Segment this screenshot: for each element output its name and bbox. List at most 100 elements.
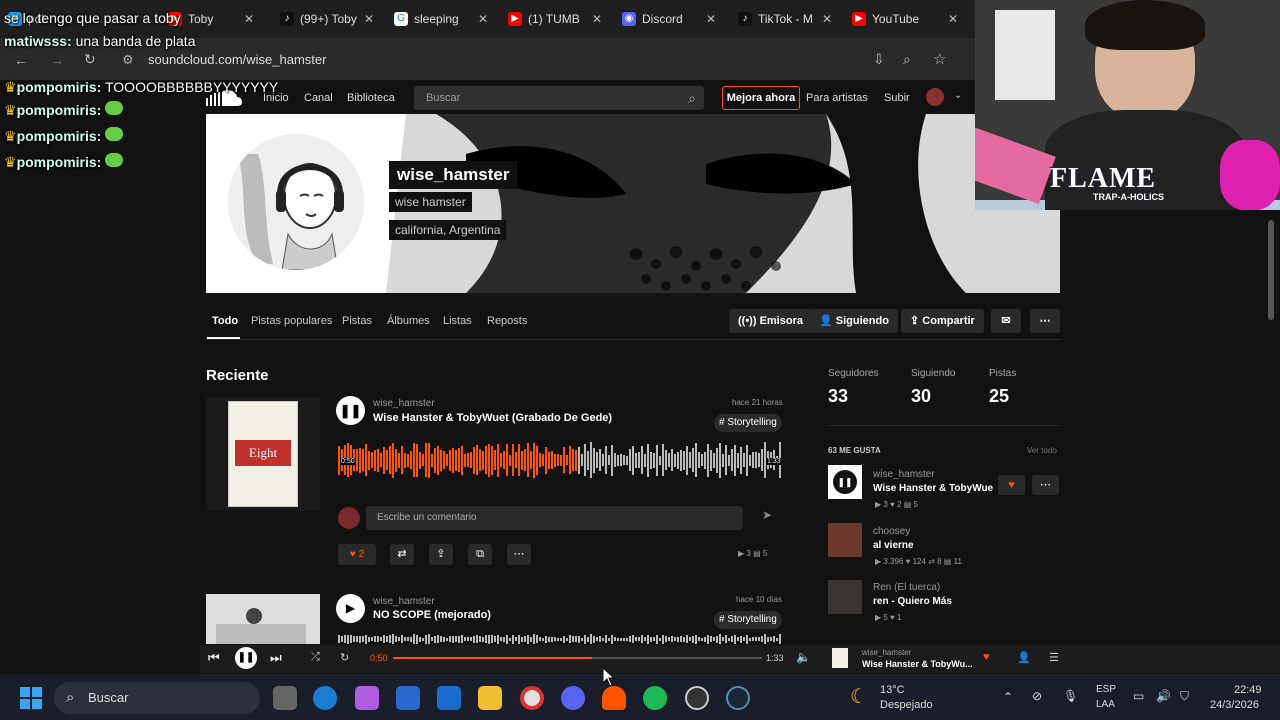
search-icon[interactable]: ⌕ — [688, 86, 696, 110]
chrome-icon[interactable] — [520, 686, 544, 710]
tab-all[interactable]: Todo — [212, 315, 238, 327]
send-icon[interactable]: ➤ — [752, 508, 782, 528]
clock-time[interactable]: 22:49 — [1234, 684, 1262, 696]
tab-2[interactable]: ♪ (99+) Toby ✕ — [272, 6, 380, 32]
liked-cover[interactable] — [828, 523, 862, 557]
search-input[interactable]: Buscar ⌕ — [414, 86, 704, 110]
back-icon[interactable]: ← — [14, 52, 28, 68]
tab-albums[interactable]: Álbumes — [387, 315, 430, 327]
vpn-shield-icon[interactable]: ⛉ — [1180, 689, 1189, 704]
liked-cover[interactable] — [828, 580, 862, 614]
heart-icon[interactable]: ♥ — [998, 475, 1025, 495]
chevron-down-icon[interactable]: ⌄ — [954, 90, 962, 101]
close-icon[interactable]: ✕ — [364, 12, 374, 26]
steam-icon[interactable] — [726, 686, 750, 710]
followers-count[interactable]: 33 — [828, 386, 848, 407]
tab-6[interactable]: ♪ TikTok - M ✕ — [730, 6, 838, 32]
task-view-icon[interactable] — [273, 686, 297, 710]
track-cover[interactable] — [206, 594, 320, 644]
zoom-icon[interactable]: ⌕ — [903, 51, 911, 68]
progress-track[interactable] — [393, 657, 762, 659]
following-button[interactable]: 👤 Siguiendo — [810, 309, 898, 333]
liked-artist[interactable]: wise_hamster — [873, 469, 935, 480]
volume-icon[interactable]: 🔈 — [796, 650, 811, 664]
repost-icon[interactable]: ⇄ — [390, 544, 414, 565]
share-icon[interactable]: ⇪ — [429, 544, 453, 565]
player-title[interactable]: Wise Hanster & TobyWu... — [862, 659, 973, 669]
liked-artist[interactable]: Ren (El tuerca) — [873, 582, 940, 593]
weather-desc[interactable]: Despejado — [880, 699, 933, 711]
nav-link-feed[interactable]: Canal — [304, 92, 333, 104]
clock-date[interactable]: 24/3/2026 — [1210, 699, 1259, 711]
close-icon[interactable]: ✕ — [478, 12, 488, 26]
upload-link[interactable]: Subir — [884, 92, 910, 104]
nav-link-library[interactable]: Biblioteca — [347, 92, 395, 104]
queue-icon[interactable]: ☰ — [1049, 651, 1059, 664]
track-artist[interactable]: wise_hamster — [373, 596, 435, 607]
following-count[interactable]: 30 — [911, 386, 931, 407]
tab-3[interactable]: Gsleeping ✕ — [386, 6, 494, 32]
site-info-icon[interactable]: ⚙ — [122, 46, 134, 74]
tab-tracks[interactable]: Pistas — [342, 315, 372, 327]
outlook-icon[interactable] — [437, 686, 461, 710]
forward-icon[interactable]: → — [50, 52, 64, 68]
repeat-icon[interactable]: ↻ — [340, 651, 349, 664]
edge-icon[interactable] — [313, 686, 337, 710]
taskbar-search[interactable]: ⌕ Buscar — [54, 682, 260, 714]
obs-icon[interactable] — [685, 686, 709, 710]
tag-badge[interactable]: # Storytelling — [714, 611, 782, 629]
bookmark-star-icon[interactable]: ☆ — [933, 50, 946, 68]
next-icon[interactable]: ⏭ — [270, 650, 282, 666]
comment-input[interactable]: Escribe un comentario — [366, 506, 743, 530]
copilot-icon[interactable] — [355, 686, 379, 710]
language-code[interactable]: ESP — [1096, 684, 1116, 695]
pause-icon[interactable]: ❚❚ — [833, 470, 857, 494]
liked-artist[interactable]: choosey — [873, 526, 910, 537]
pause-button[interactable]: ❚❚ — [336, 396, 365, 425]
spotify-icon[interactable] — [643, 686, 667, 710]
avatar[interactable] — [926, 88, 944, 106]
play-button[interactable]: ▶ — [336, 594, 365, 623]
keyboard-layout[interactable]: LAA — [1096, 699, 1115, 710]
reload-icon[interactable]: ↻ — [84, 51, 96, 68]
microphone-icon[interactable]: 🎙 — [1063, 689, 1078, 703]
tab-4[interactable]: ▶ (1) TUMB ✕ — [500, 6, 608, 32]
message-icon[interactable]: ✉ — [991, 309, 1021, 333]
tab-5[interactable]: ◉ Discord ✕ — [614, 6, 722, 32]
close-icon[interactable]: ✕ — [822, 12, 832, 26]
for-artists-link[interactable]: Para artistas — [806, 92, 868, 104]
windows-start-icon[interactable] — [20, 687, 42, 709]
upgrade-button[interactable]: Mejora ahora — [722, 86, 800, 110]
more-options-icon[interactable]: ⋯ — [1030, 309, 1060, 333]
speaker-icon[interactable]: 🔊 — [1156, 689, 1171, 703]
store-icon[interactable] — [396, 686, 420, 710]
install-icon[interactable]: ⇩ — [873, 51, 885, 68]
liked-title[interactable]: al vierne — [873, 540, 914, 551]
tracks-count[interactable]: 25 — [989, 386, 1009, 407]
track-artist[interactable]: wise_hamster — [373, 398, 435, 409]
tab-7[interactable]: ▶ YouTube ✕ — [844, 6, 964, 32]
more-options-icon[interactable]: ⋯ — [1032, 475, 1059, 495]
discord-icon[interactable] — [561, 686, 585, 710]
shuffle-icon[interactable]: ⤮ — [311, 651, 320, 664]
weather-temp[interactable]: 13°C — [880, 684, 905, 696]
heart-icon[interactable]: ♥ — [983, 651, 990, 663]
track-cover[interactable]: Eight — [206, 397, 320, 511]
station-button[interactable]: ((•)) Emisora — [729, 309, 812, 333]
file-explorer-icon[interactable] — [478, 686, 502, 710]
waveform[interactable] — [338, 634, 782, 644]
tab-reposts[interactable]: Reposts — [487, 315, 527, 327]
network-off-icon[interactable]: ⊘ — [1032, 689, 1042, 703]
chevron-up-icon[interactable]: ⌃ — [1003, 690, 1013, 704]
follow-user-icon[interactable]: 👤 — [1017, 651, 1031, 664]
url-field[interactable]: ⚙ soundcloud.com/wise_hamster — [120, 46, 820, 74]
close-icon[interactable]: ✕ — [948, 12, 958, 26]
tab-popular[interactable]: Pistas populares — [251, 315, 332, 327]
more-options-icon[interactable]: ⋯ — [507, 544, 531, 565]
waveform[interactable] — [338, 440, 782, 480]
player-artist[interactable]: wise_hamster — [862, 648, 911, 657]
pause-button[interactable]: ❚❚ — [235, 647, 257, 669]
liked-title[interactable]: Wise Hanster & TobyWuet ( — [873, 483, 993, 494]
like-button[interactable]: ♥ 2 — [338, 544, 376, 565]
scrollbar-thumb[interactable] — [1268, 220, 1274, 320]
